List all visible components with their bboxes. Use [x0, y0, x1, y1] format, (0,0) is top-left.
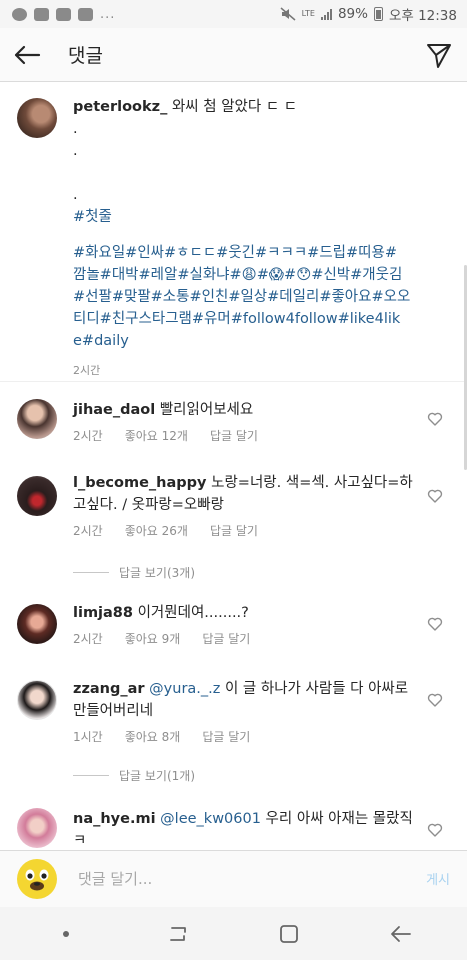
back-nav-icon [391, 925, 412, 942]
comment-body: jihae_daol 빨리읽어보세요 2시간 좋아요 12개 답글 달기 [73, 399, 418, 447]
heart-icon[interactable] [427, 411, 443, 427]
app-header: 댓글 [0, 28, 467, 82]
comment-composer: 게시 [0, 850, 467, 907]
character-face-icon [25, 869, 49, 891]
dot-icon [62, 930, 69, 937]
recent-apps-button[interactable] [166, 922, 190, 946]
caption-line: . [73, 143, 78, 159]
comment-mention[interactable]: @lee_kw0601 [160, 811, 261, 827]
comment-body: zzang_ar @yura._.z 이 글 하나가 사람들 다 아싸로 만들어… [73, 678, 418, 748]
comment-mention[interactable]: @yura._.z [149, 681, 220, 697]
post-button[interactable]: 게시 [426, 869, 450, 888]
avatar[interactable] [17, 604, 57, 644]
reply-button[interactable]: 답글 달기 [202, 726, 250, 748]
system-nav-bar [0, 907, 467, 960]
reply-button[interactable]: 답글 달기 [202, 628, 250, 650]
comment-text: 빨리읽어보세요 [159, 402, 254, 418]
avatar[interactable] [17, 98, 57, 138]
comment-likes[interactable]: 좋아요 12개 [125, 425, 188, 447]
hashtag-line[interactable]: e#daily [73, 330, 445, 352]
send-icon[interactable] [425, 41, 453, 69]
caption-body: peterlookz_ 와씨 첨 알았다 ㄷ ㄷ . . . #첫줄 #화요일#… [73, 96, 445, 382]
comment-body: l_become_happy 노랑=너랑. 색=섹. 사고싶다=하고싶다. / … [73, 472, 418, 542]
comment-meta: 2시간 좋아요 26개 답글 달기 [73, 520, 418, 542]
comment-username[interactable]: na_hye.mi [73, 811, 156, 827]
comment-time: 1시간 [73, 730, 103, 744]
comment-username[interactable]: l_become_happy [73, 475, 207, 491]
view-replies-label: 답글 보기(1개) [119, 769, 196, 783]
comment-text: 이거뭔데여........? [137, 605, 249, 621]
heart-icon[interactable] [427, 616, 443, 632]
comment-likes[interactable]: 좋아요 8개 [125, 726, 181, 748]
mute-icon [280, 7, 296, 21]
hashtag-line[interactable]: #화요일#인싸#ㅎㄷㄷ#웃긴#ㅋㅋㅋ#드립#띠용# [73, 242, 445, 264]
status-left-icons: ... [12, 7, 115, 22]
heart-icon[interactable] [427, 692, 443, 708]
comment-username[interactable]: jihae_daol [73, 402, 155, 418]
home-button[interactable] [277, 922, 301, 946]
nav-dot-button[interactable] [54, 922, 78, 946]
comment-time: 2시간 [73, 632, 103, 646]
comment-meta: 2시간 좋아요 9개 답글 달기 [73, 628, 418, 650]
edit-notification-icon [78, 7, 93, 21]
comment-input[interactable] [78, 865, 398, 893]
caption-line [73, 162, 445, 184]
caption-line: . [73, 121, 78, 137]
hashtag-line[interactable]: 티디#친구스타그램#유머#follow4follow#like4lik [73, 308, 445, 330]
network-type: LTE [301, 9, 315, 18]
app-notification-icon [12, 7, 27, 21]
avatar[interactable] [17, 680, 57, 720]
signal-icon [320, 8, 332, 20]
avatar[interactable] [17, 399, 57, 439]
caption-line: . [73, 187, 78, 203]
status-bar: ... LTE 89% 오후 12:38 [0, 0, 467, 28]
caption-first-line: peterlookz_ 와씨 첨 알았다 ㄷ ㄷ [73, 96, 445, 118]
comment-body: na_hye.mi @lee_kw0601 우리 아싸 아재는 몰랐직 ㅋ [73, 808, 418, 852]
comment-username[interactable]: zzang_ar [73, 681, 145, 697]
back-arrow-icon [14, 45, 41, 64]
status-right: LTE 89% 오후 12:38 [280, 4, 457, 24]
hashtag-line[interactable]: #첫줄 [73, 206, 445, 228]
clock: 오후 12:38 [388, 8, 457, 24]
replies-divider [73, 775, 109, 776]
home-icon [280, 924, 299, 943]
game-notification-icon [34, 7, 49, 21]
caption-time: 2시간 [73, 364, 101, 377]
avatar[interactable] [17, 859, 57, 899]
comment-meta: 2시간 좋아요 12개 답글 달기 [73, 425, 418, 447]
comment-time: 2시간 [73, 524, 103, 538]
avatar[interactable] [17, 808, 57, 848]
view-replies-button[interactable]: 답글 보기(3개) [73, 564, 195, 581]
photo-notification-icon [56, 7, 71, 21]
heart-icon[interactable] [427, 822, 443, 838]
view-replies-label: 답글 보기(3개) [119, 566, 196, 580]
back-button[interactable] [12, 40, 42, 70]
comment-time: 2시간 [73, 429, 103, 443]
comment-meta: 1시간 좋아요 8개 답글 달기 [73, 726, 418, 748]
more-notifications: ... [100, 6, 116, 22]
replies-divider [73, 572, 109, 573]
heart-icon[interactable] [427, 488, 443, 504]
post-caption: peterlookz_ 와씨 첨 알았다 ㄷ ㄷ . . . #첫줄 #화요일#… [0, 82, 467, 382]
recent-apps-icon [169, 926, 186, 941]
caption-line [73, 228, 445, 242]
caption-text: 와씨 첨 알았다 ㄷ ㄷ [171, 99, 298, 115]
comment-username[interactable]: limja88 [73, 605, 133, 621]
battery-icon [373, 7, 383, 21]
comment-likes[interactable]: 좋아요 26개 [125, 520, 188, 542]
page-title: 댓글 [68, 45, 103, 67]
view-replies-button[interactable]: 답글 보기(1개) [73, 767, 195, 784]
reply-button[interactable]: 답글 달기 [210, 425, 258, 447]
avatar[interactable] [17, 476, 57, 516]
comment-body: limja88 이거뭔데여........? 2시간 좋아요 9개 답글 달기 [73, 602, 418, 650]
battery-percent: 89% [337, 6, 368, 22]
caption-username[interactable]: peterlookz_ [73, 99, 167, 115]
reply-button[interactable]: 답글 달기 [210, 520, 258, 542]
hashtag-line[interactable]: 깜놀#대박#레알#실화냐#😩#😱#😯#신박#개웃김 [73, 264, 445, 286]
comment-likes[interactable]: 좋아요 9개 [125, 628, 181, 650]
hashtag-line[interactable]: #선팔#맞팔#소통#인친#일상#데일리#좋아요#오오 [73, 286, 445, 308]
back-nav-button[interactable] [389, 922, 413, 946]
